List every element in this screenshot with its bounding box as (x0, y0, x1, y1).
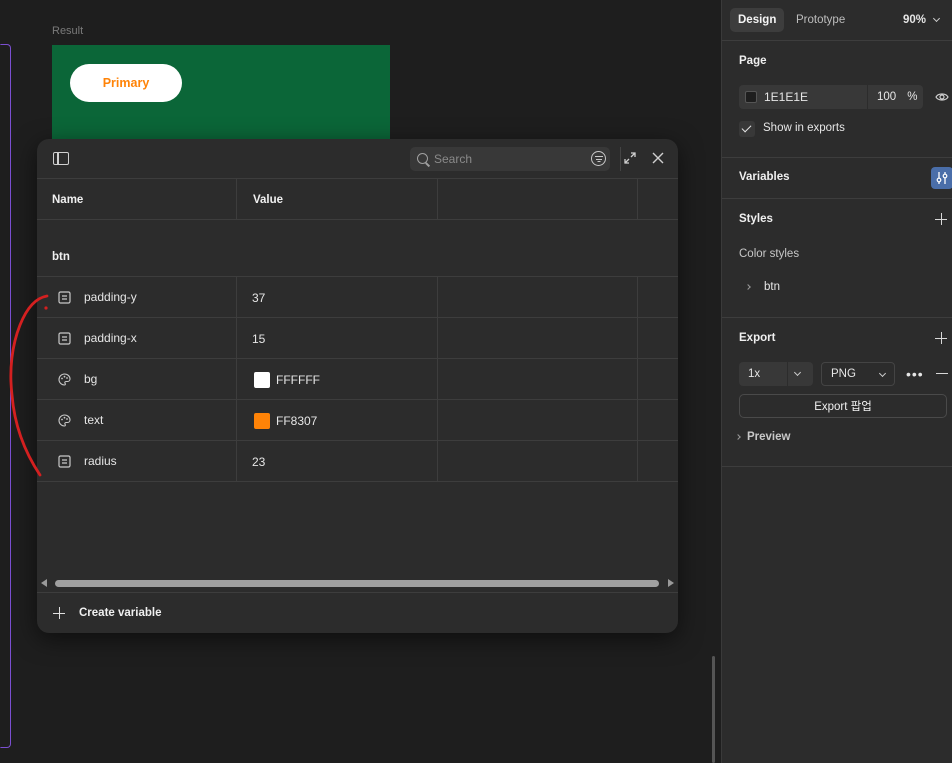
variable-value[interactable]: 23 (237, 455, 265, 469)
section-title-styles: Styles (739, 213, 773, 225)
zoom-dropdown[interactable]: 90% (903, 8, 941, 32)
chevron-down-icon (793, 368, 802, 377)
local-variables-modal: Name Value + btn padding-y 37 (37, 139, 678, 633)
canvas-scrollbar[interactable] (712, 656, 715, 763)
variable-name: text (84, 413, 104, 427)
scroll-left-arrow-icon[interactable] (41, 579, 47, 587)
close-icon[interactable] (651, 151, 665, 165)
eye-icon[interactable] (935, 91, 949, 103)
modal-toolbar (37, 139, 678, 179)
add-style-icon[interactable] (935, 213, 947, 225)
color-styles-label: Color styles (739, 248, 800, 260)
chevron-down-icon (932, 14, 941, 23)
export-scale-dropdown[interactable]: 1x (739, 362, 813, 386)
create-variable-label: Create variable (79, 607, 162, 619)
header-cell-value[interactable]: Value (237, 179, 438, 220)
show-in-exports-checkbox[interactable] (739, 121, 755, 137)
page-color-value[interactable]: 1E1E1E (764, 90, 808, 104)
primary-button-preview[interactable]: Primary (70, 64, 182, 102)
toolbar-divider (620, 147, 621, 171)
plus-icon (53, 607, 65, 619)
color-swatch[interactable] (254, 371, 270, 388)
style-item-btn[interactable]: btn (764, 281, 780, 293)
expand-icon[interactable] (623, 151, 637, 165)
filter-icon[interactable] (591, 151, 606, 166)
variables-table: Name Value + btn padding-y 37 (37, 179, 678, 482)
scroll-thumb[interactable] (55, 580, 659, 587)
variable-value[interactable]: FFFFFF (237, 371, 320, 388)
variable-name: padding-x (84, 331, 137, 345)
page-opacity-field[interactable]: 100 % (868, 85, 923, 109)
variable-name: padding-y (84, 290, 137, 304)
header-cell-name[interactable]: Name (37, 179, 237, 220)
create-variable-button[interactable]: Create variable (37, 592, 678, 633)
variable-name: bg (84, 372, 98, 386)
page-color-field[interactable]: 1E1E1E (739, 85, 867, 109)
open-variables-button[interactable] (931, 167, 952, 189)
variable-name: radius (84, 454, 117, 468)
table-row[interactable]: radius 23 (37, 441, 678, 482)
variable-value[interactable]: 37 (237, 291, 265, 305)
group-row[interactable]: btn (37, 220, 678, 277)
sidebar-toggle-icon[interactable] (53, 152, 69, 165)
show-in-exports-label[interactable]: Show in exports (763, 122, 845, 134)
export-format-dropdown[interactable]: PNG (821, 362, 895, 386)
group-label: btn (52, 251, 70, 263)
export-section: Export (722, 318, 952, 467)
properties-panel: Design Prototype 90% Page 1E1E1E 100 % S… (721, 0, 952, 763)
scroll-right-arrow-icon[interactable] (668, 579, 674, 587)
frame-label[interactable]: Result (52, 25, 83, 37)
export-scale-value: 1x (748, 368, 761, 380)
sliders-icon (936, 172, 948, 184)
page-opacity-value[interactable]: 100 (877, 91, 896, 103)
color-swatch[interactable] (254, 412, 270, 429)
section-title-page: Page (739, 55, 767, 67)
header-cell-empty (438, 179, 638, 220)
section-title-variables: Variables (739, 171, 790, 183)
search-input[interactable] (434, 147, 584, 171)
table-row[interactable]: padding-y 37 (37, 277, 678, 318)
section-title-export: Export (739, 332, 776, 344)
tab-design[interactable]: Design (730, 8, 785, 32)
tab-prototype[interactable]: Prototype (788, 8, 853, 32)
remove-export-icon[interactable] (936, 373, 948, 375)
preview-toggle[interactable]: Preview (747, 431, 790, 443)
more-options-icon[interactable]: ••• (906, 366, 924, 382)
variables-section: Variables (722, 158, 952, 199)
page-opacity-unit: % (907, 91, 918, 103)
annotation-scribble (9, 294, 49, 477)
add-export-icon[interactable] (935, 332, 947, 344)
search-icon (417, 153, 428, 164)
table-row[interactable]: padding-x 15 (37, 318, 678, 359)
add-mode-button[interactable]: + (638, 179, 678, 220)
horizontal-scrollbar[interactable] (37, 577, 678, 591)
table-row[interactable]: text FF8307 (37, 400, 678, 441)
zoom-value: 90% (903, 14, 927, 26)
export-button[interactable]: Export 팝업 (739, 394, 947, 418)
panel-tabs: Design Prototype 90% (722, 0, 952, 41)
table-row[interactable]: bg FFFFFF (37, 359, 678, 400)
table-header-row: Name Value + (37, 179, 678, 220)
variable-value[interactable]: 15 (237, 332, 265, 346)
export-format-value: PNG (831, 368, 856, 380)
page-color-swatch[interactable] (745, 91, 757, 103)
search-box[interactable] (410, 147, 610, 171)
chevron-down-icon (878, 369, 887, 378)
variable-value[interactable]: FF8307 (237, 412, 317, 429)
